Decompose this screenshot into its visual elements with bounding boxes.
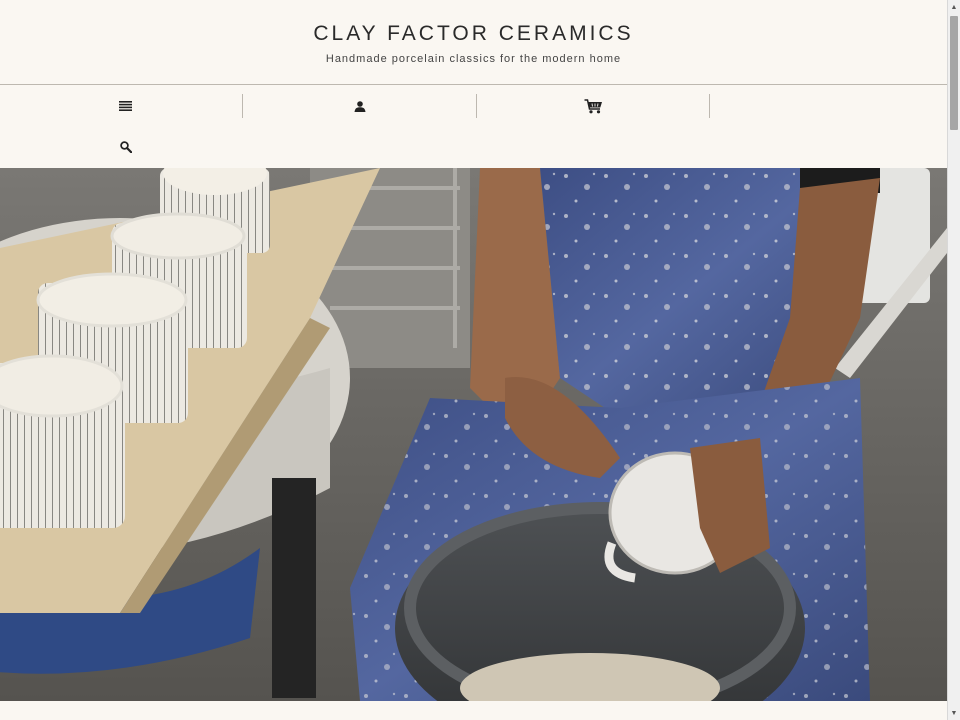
page-continuation xyxy=(0,701,947,720)
menu-button[interactable] xyxy=(9,94,242,118)
site-tagline: Handmade porcelain classics for the mode… xyxy=(325,53,622,65)
nav-spacer xyxy=(709,94,942,118)
site-logo[interactable]: CLAY FACTOR CERAMICS xyxy=(313,22,633,46)
hero-image xyxy=(0,168,947,701)
search-icon xyxy=(119,141,132,153)
site-header: CLAY FACTOR CERAMICS Handmade porcelain … xyxy=(0,0,947,85)
main-toolbar xyxy=(0,85,947,168)
cart-button[interactable] xyxy=(476,94,710,118)
account-button[interactable] xyxy=(242,94,476,118)
scroll-up-arrow-icon[interactable]: ▲ xyxy=(948,0,960,14)
account-icon xyxy=(354,100,366,112)
vertical-scrollbar[interactable]: ▲ ▼ xyxy=(947,0,960,720)
menu-icon xyxy=(119,101,132,111)
scroll-down-arrow-icon[interactable]: ▼ xyxy=(948,706,960,720)
cart-icon xyxy=(584,98,603,114)
page: CLAY FACTOR CERAMICS Handmade porcelain … xyxy=(0,0,947,720)
search-button[interactable] xyxy=(9,135,242,159)
scrollbar-thumb[interactable] xyxy=(950,16,958,130)
